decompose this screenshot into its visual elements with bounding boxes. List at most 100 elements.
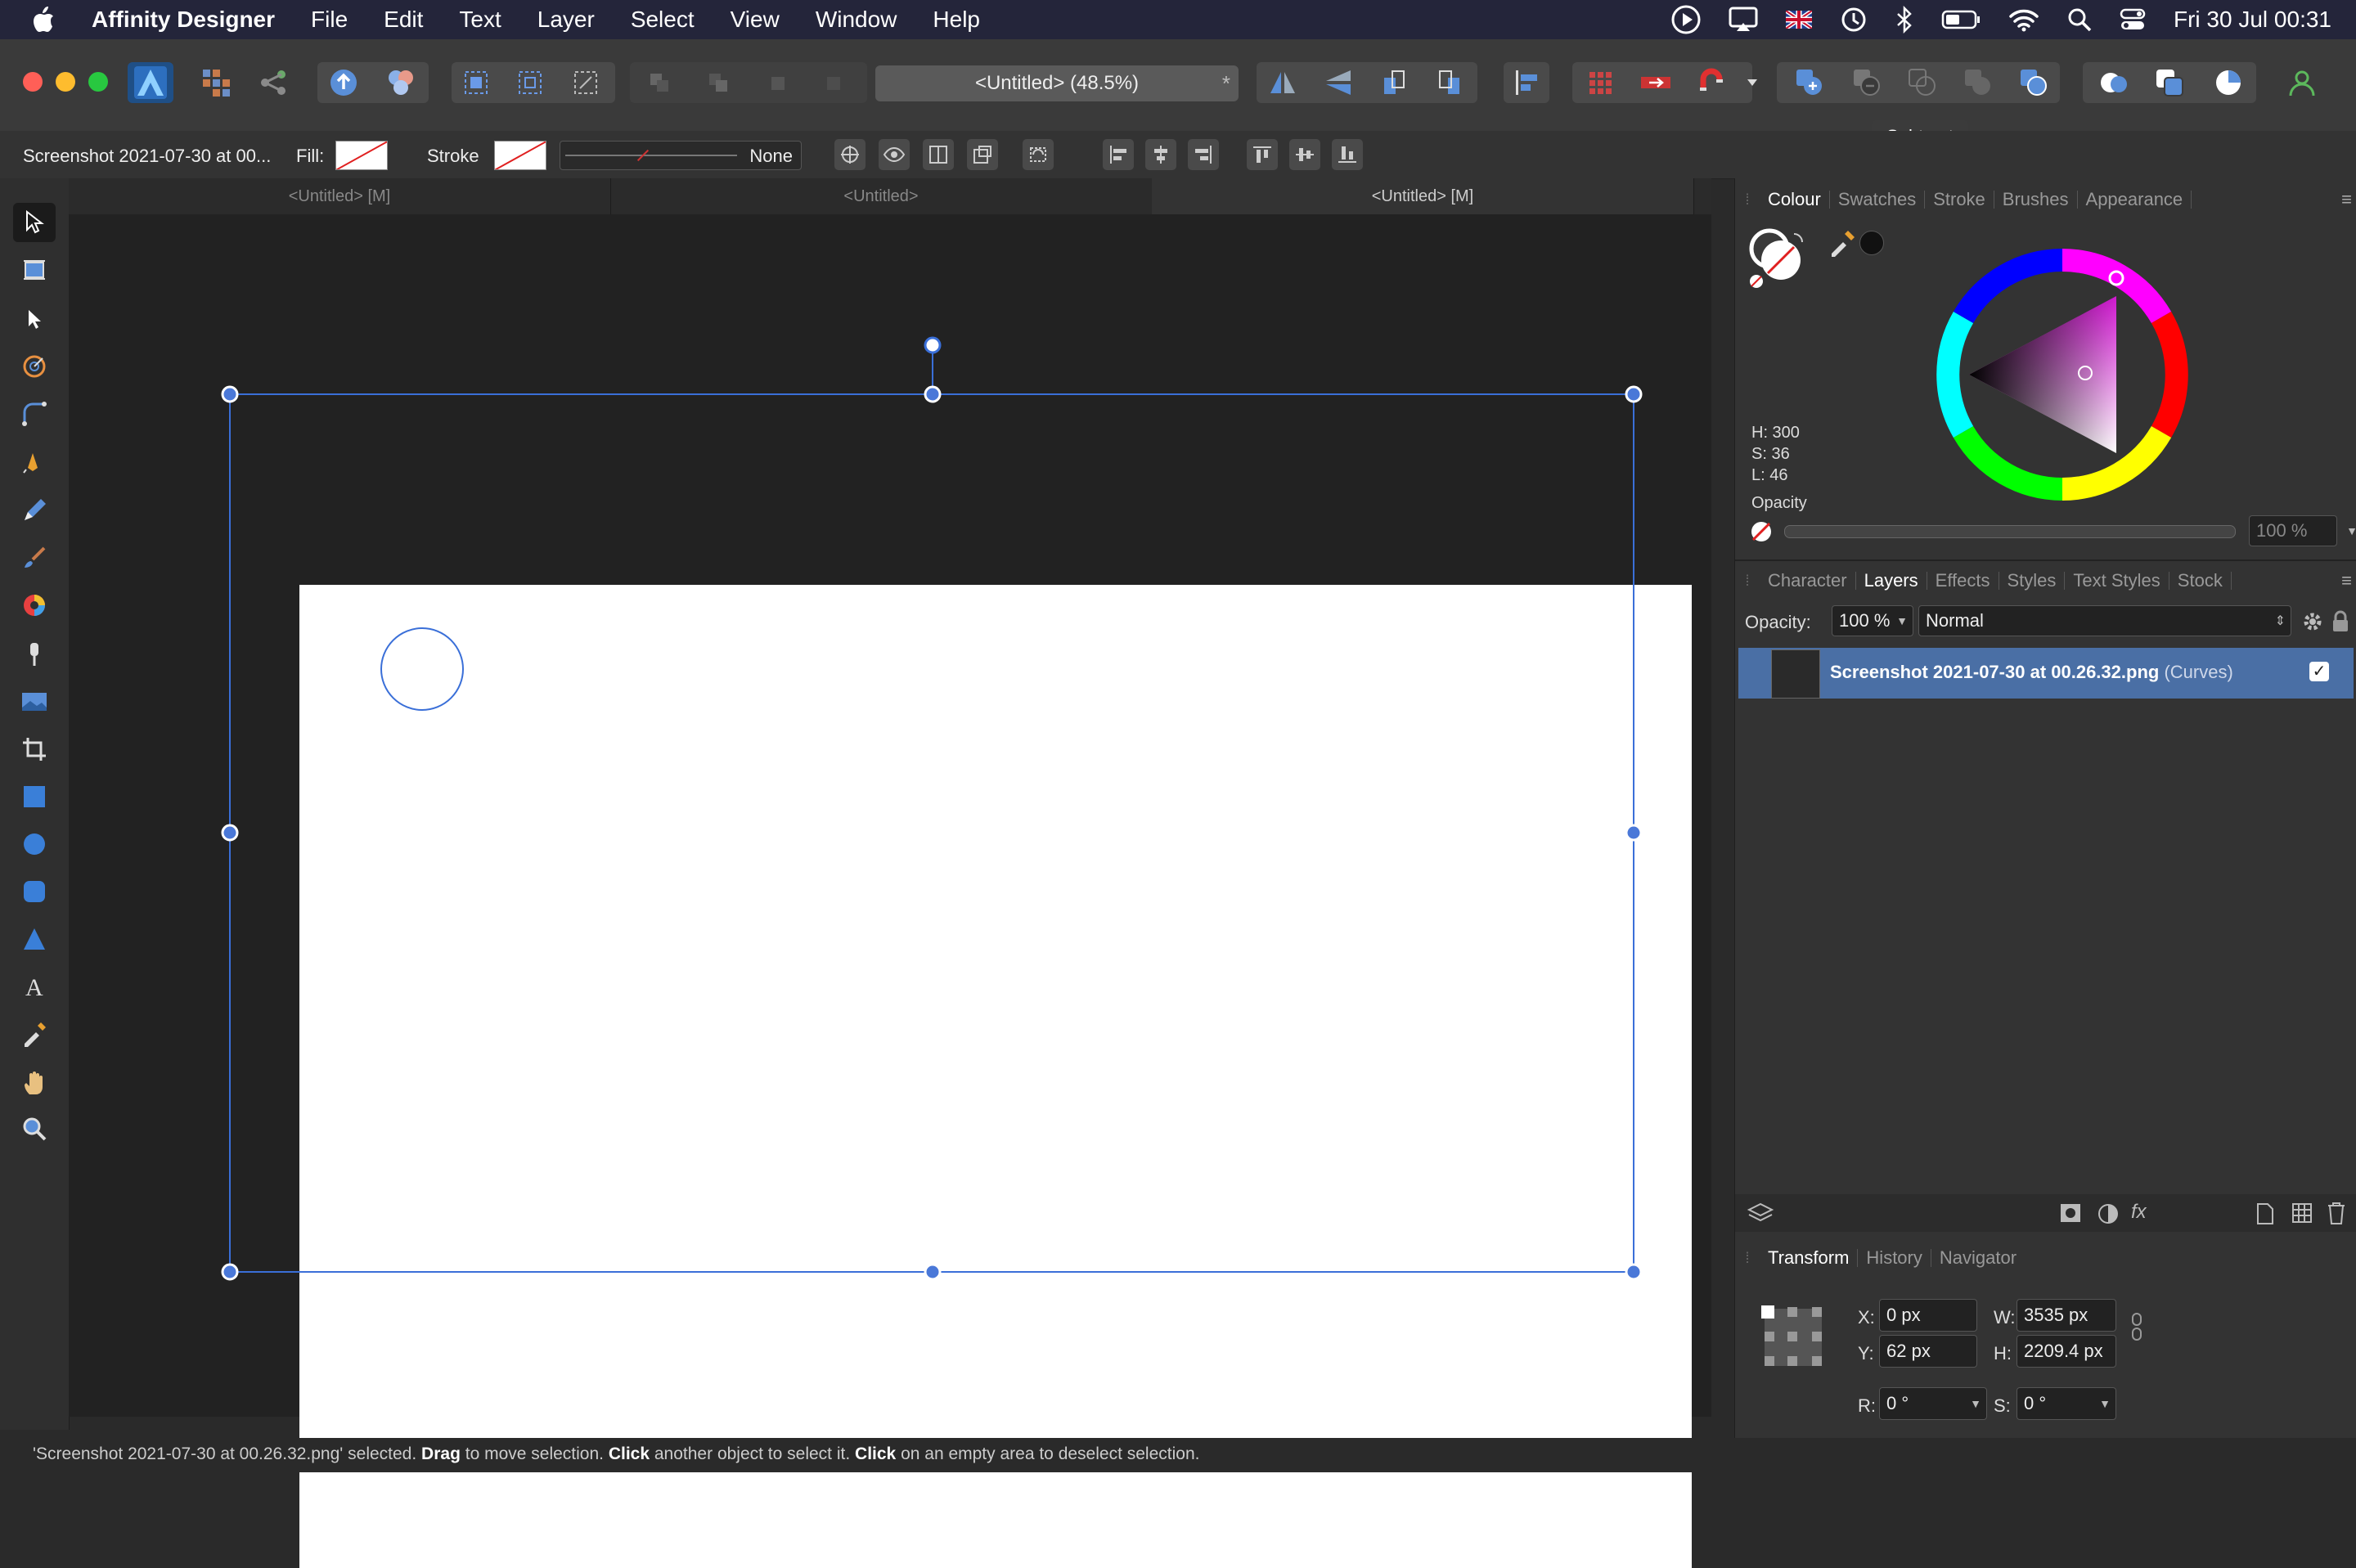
rotate-left-icon[interactable] (1371, 62, 1417, 103)
flip-vertical-icon[interactable] (1315, 62, 1361, 103)
doc-tab-2[interactable]: <Untitled> (610, 178, 1153, 214)
tab-styles[interactable]: Styles (1999, 572, 2066, 590)
tab-stroke[interactable]: Stroke (1925, 191, 1994, 209)
menu-clock[interactable]: Fri 30 Jul 00:31 (2174, 7, 2331, 33)
geometry-bounds-icon[interactable] (967, 139, 998, 170)
artboard-tool-icon[interactable] (18, 254, 51, 286)
xor-boolean-icon[interactable] (1955, 62, 2001, 103)
add-boolean-icon[interactable] (1787, 62, 1832, 103)
colour-picked-swatch[interactable] (1859, 231, 1884, 255)
width-field[interactable]: 3535 px (2017, 1299, 2116, 1332)
colour-wheel[interactable] (1931, 244, 2193, 505)
pencil-tool-icon[interactable] (18, 494, 51, 527)
hide-selection-icon[interactable] (879, 139, 910, 170)
move-back-one-icon[interactable] (695, 62, 741, 103)
crop-tool-icon[interactable] (18, 733, 51, 766)
transform-origin-icon[interactable] (834, 139, 866, 170)
tab-stock[interactable]: Stock (2169, 572, 2232, 590)
blend-mode-select[interactable]: Normal ⇕ (1918, 605, 2291, 636)
reset-transform-icon[interactable] (1023, 139, 1054, 170)
x-field[interactable]: 0 px (1879, 1299, 1977, 1332)
uk-flag-icon[interactable] (1786, 11, 1812, 29)
color-picker-tool-icon[interactable] (18, 1018, 51, 1050)
no-colour-icon[interactable] (1750, 520, 1773, 543)
document-title[interactable]: <Untitled> (48.5%) * (875, 65, 1239, 101)
panel-grip[interactable]: ⁞ (1735, 191, 1760, 209)
snapping-options-chevron-icon[interactable] (1739, 62, 1765, 103)
move-to-back-icon[interactable] (636, 62, 682, 103)
zoom-tool-icon[interactable] (18, 1112, 51, 1145)
flip-horizontal-icon[interactable] (1260, 62, 1306, 103)
tab-brushes[interactable]: Brushes (1994, 191, 2078, 209)
align-middle-icon[interactable] (1289, 139, 1320, 170)
panel-menu-icon[interactable]: ≡ (2341, 570, 2352, 591)
corner-tool-icon[interactable] (18, 398, 51, 430)
subtract-boolean-icon[interactable] (1844, 62, 1890, 103)
spotlight-search-icon[interactable] (2067, 7, 2092, 32)
fill-tool-icon[interactable] (18, 589, 51, 622)
transparency-tool-icon[interactable] (18, 638, 51, 671)
divide-boolean-icon[interactable] (2011, 62, 2057, 103)
canvas-area[interactable] (69, 214, 1711, 1568)
airplay-icon[interactable] (1729, 7, 1758, 33)
fill-stroke-selector[interactable] (1748, 227, 1814, 293)
assistant-icon[interactable] (378, 62, 424, 103)
view-hand-tool-icon[interactable] (18, 1067, 51, 1099)
ellipse-tool-icon[interactable] (18, 828, 51, 860)
align-center-icon[interactable] (1145, 139, 1176, 170)
doc-tab-1[interactable]: <Untitled> [M] (69, 178, 611, 214)
align-left-icon[interactable] (1103, 139, 1134, 170)
lock-aspect-ratio-icon[interactable] (2129, 1310, 2144, 1343)
tab-transform[interactable]: Transform (1760, 1249, 1859, 1267)
delete-layer-icon[interactable] (2326, 1201, 2347, 1225)
bluetooth-icon[interactable] (1895, 6, 1913, 34)
layer-opacity-input[interactable]: 100 % ▼ (1832, 605, 1913, 636)
pixel-persona-button[interactable] (193, 62, 239, 103)
height-field[interactable]: 2209.4 px (2017, 1335, 2116, 1368)
screen-recording-icon[interactable] (1671, 5, 1701, 34)
tab-appearance[interactable]: Appearance (2078, 191, 2192, 209)
opacity-input[interactable]: 100 % ▼ (2249, 515, 2356, 546)
wifi-icon[interactable] (2008, 7, 2039, 32)
tab-swatches[interactable]: Swatches (1830, 191, 1926, 209)
align-top-icon[interactable] (1247, 139, 1278, 170)
move-to-front-icon[interactable] (810, 62, 856, 103)
opacity-dropdown-icon[interactable]: ▼ (2346, 524, 2356, 537)
y-field[interactable]: 62 px (1879, 1335, 1977, 1368)
eyedropper-icon[interactable] (1828, 229, 1856, 257)
artboard[interactable] (299, 585, 1692, 1568)
pen-tool-icon[interactable] (18, 445, 51, 478)
mask-layer-icon[interactable] (2059, 1202, 2082, 1224)
menu-text[interactable]: Text (459, 7, 501, 33)
tab-effects[interactable]: Effects (1927, 572, 1999, 590)
panel-grip[interactable]: ⁞ (1735, 573, 1760, 590)
menu-view[interactable]: View (731, 7, 780, 33)
app-name-menu[interactable]: Affinity Designer (92, 7, 275, 33)
rectangle-tool-icon[interactable] (18, 780, 51, 813)
select-all-icon[interactable] (453, 62, 499, 103)
shear-field[interactable]: 0 ° ▼ (2017, 1387, 2116, 1420)
opacity-slider[interactable] (1784, 525, 2236, 538)
menu-file[interactable]: File (311, 7, 348, 33)
alignment-icon[interactable] (1504, 62, 1549, 103)
layer-visibility-checkbox[interactable]: ✓ (2309, 662, 2329, 681)
layer-opacity-dropdown-icon[interactable]: ▼ (1896, 614, 1908, 627)
panel-grip[interactable]: ⁞ (1735, 1250, 1760, 1267)
combine-geometry-icon[interactable] (2091, 62, 2137, 103)
menu-help[interactable]: Help (933, 7, 980, 33)
designer-persona-button[interactable] (128, 62, 173, 103)
export-persona-button[interactable] (250, 62, 296, 103)
layers-stack-icon[interactable] (1747, 1201, 1774, 1225)
control-center-icon[interactable] (2120, 7, 2146, 32)
force-pixel-alignment-icon[interactable] (1633, 62, 1679, 103)
rotation-field[interactable]: 0 ° ▼ (1879, 1387, 1987, 1420)
triangle-tool-icon[interactable] (18, 923, 51, 955)
menu-edit[interactable]: Edit (384, 7, 423, 33)
fx-icon[interactable]: fx (2131, 1201, 2147, 1224)
add-pixel-layer-icon[interactable] (2255, 1202, 2275, 1225)
shear-dropdown-icon[interactable]: ▼ (2099, 1397, 2111, 1410)
pixel-snap-icon[interactable] (923, 139, 954, 170)
tab-layers[interactable]: Layers (1856, 572, 1927, 590)
group-layers-icon[interactable] (2291, 1202, 2313, 1224)
share-upload-icon[interactable] (321, 62, 366, 103)
